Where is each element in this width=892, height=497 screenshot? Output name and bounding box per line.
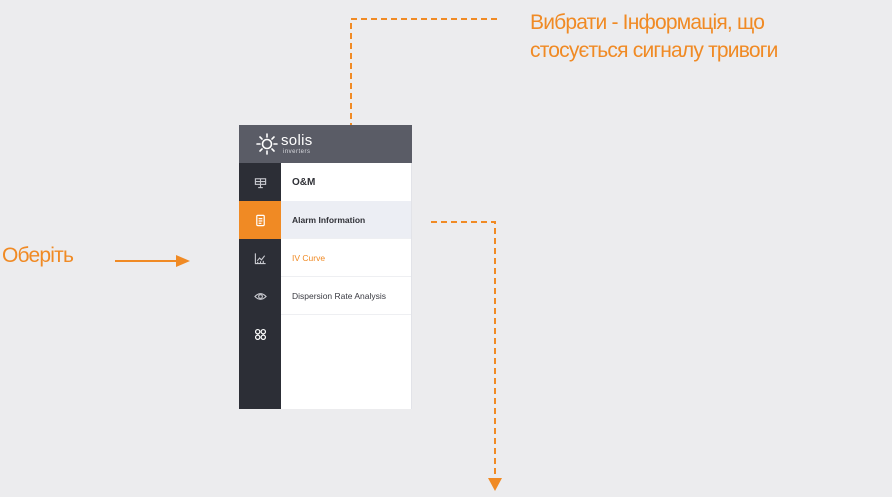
menu-item-dispersion-rate-analysis[interactable]: Dispersion Rate Analysis: [281, 277, 411, 315]
icon-rail: [239, 163, 281, 409]
logo-subtitle: inverters: [283, 149, 311, 155]
rail-item-monitor[interactable]: [239, 277, 281, 315]
menu-item-alarm-information[interactable]: Alarm Information: [281, 201, 411, 239]
rail-item-om[interactable]: [239, 201, 281, 239]
eye-icon: [253, 292, 267, 300]
rail-item-analysis[interactable]: [239, 239, 281, 277]
right-leader-line: [431, 221, 496, 478]
rail-item-apps[interactable]: [239, 315, 281, 353]
menu-title: O&M: [292, 176, 316, 188]
apps-icon: [254, 328, 266, 340]
menu-item-iv-curve[interactable]: IV Curve: [281, 239, 411, 277]
rail-item-station[interactable]: [239, 163, 281, 201]
sun-logo-icon: [256, 133, 278, 155]
om-menu: O&M Alarm Information IV Curve Dispersio…: [281, 163, 412, 409]
document-icon: [255, 214, 265, 226]
om-panel: solis inverters O&M Alarm Information IV…: [239, 125, 412, 409]
logo-name: solis: [281, 132, 313, 149]
annotation-arrows: [115, 18, 502, 491]
left-arrowhead: [176, 255, 190, 267]
right-arrowhead: [488, 478, 502, 491]
logo-bar: solis inverters: [239, 125, 412, 163]
station-icon: [254, 177, 266, 188]
chart-icon: [254, 252, 266, 264]
